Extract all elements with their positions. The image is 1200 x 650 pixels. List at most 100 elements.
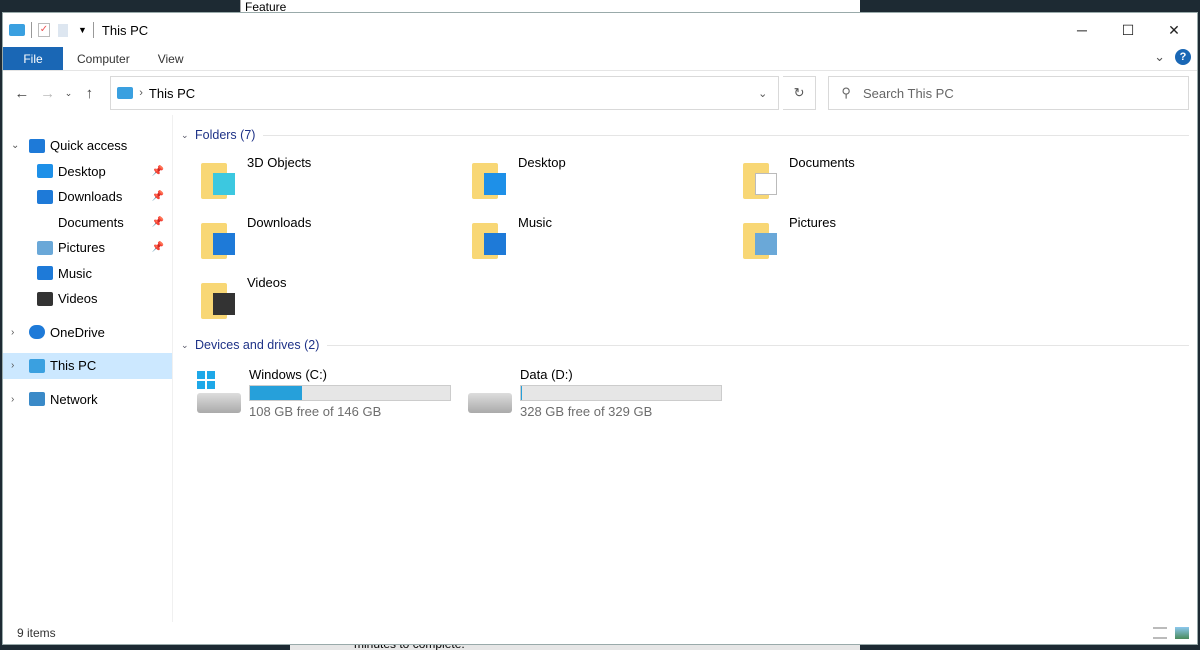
tab-view[interactable]: View: [144, 47, 198, 70]
sidebar-item-network[interactable]: › Network: [3, 387, 172, 413]
folder-icon: [199, 275, 239, 319]
folder-label: Pictures: [789, 215, 836, 230]
breadcrumb-chevron-icon[interactable]: ›: [139, 87, 143, 99]
sidebar-item-videos[interactable]: Videos: [3, 286, 172, 312]
folder-label: Videos: [247, 275, 287, 290]
picture-icon: [755, 233, 777, 255]
forward-button[interactable]: →: [37, 85, 59, 102]
large-icons-view-icon[interactable]: [1175, 627, 1189, 639]
navigation-bar: ← → ⌄ ↑ › This PC ⌄ ↻ ⚲ Search This PC: [3, 71, 1197, 115]
folder-label: Music: [518, 215, 552, 230]
sidebar-item-this-pc[interactable]: › This PC: [3, 353, 172, 379]
hard-drive-icon: [195, 367, 245, 417]
help-icon[interactable]: ?: [1175, 49, 1191, 65]
windows-logo-icon: [197, 371, 215, 389]
folder-item[interactable]: 3D Objects: [199, 151, 470, 211]
maximize-button[interactable]: ☐: [1105, 13, 1151, 47]
drive-item[interactable]: Data (D:) 328 GB free of 329 GB: [466, 367, 737, 419]
video-icon: [37, 291, 53, 306]
sidebar-item-label: This PC: [50, 358, 97, 374]
document-icon: [755, 173, 777, 195]
pin-icon[interactable]: 📌: [152, 191, 164, 202]
drive-item[interactable]: Windows (C:) 108 GB free of 146 GB: [195, 367, 466, 419]
sidebar-item-label: OneDrive: [50, 324, 105, 340]
folder-icon: [741, 215, 781, 259]
chevron-right-icon[interactable]: ›: [11, 360, 29, 371]
folder-item[interactable]: Downloads: [199, 211, 470, 271]
folder-item[interactable]: Documents: [741, 151, 1012, 211]
content-pane: ⌄ Folders (7) 3D Objects Desktop Documents D…: [173, 115, 1197, 622]
group-title: Folders (7): [195, 128, 256, 142]
tab-computer[interactable]: Computer: [63, 47, 144, 70]
folder-label: Documents: [789, 155, 855, 170]
sidebar-item-documents[interactable]: Documents 📌: [3, 210, 172, 236]
sidebar-item-label: Pictures: [58, 240, 105, 256]
sidebar-item-pictures[interactable]: Pictures 📌: [3, 235, 172, 261]
title-bar: ✓ ▼ This PC ─ ☐ ✕: [3, 13, 1197, 47]
group-title: Devices and drives (2): [195, 338, 320, 352]
pin-icon[interactable]: 📌: [152, 166, 164, 177]
computer-icon: [117, 87, 134, 99]
pin-icon[interactable]: 📌: [152, 217, 164, 228]
drive-free-space: 328 GB free of 329 GB: [520, 404, 653, 419]
chevron-down-icon: ⌄: [181, 339, 189, 350]
drive-usage-bar: [249, 385, 451, 401]
drive-usage-bar: [520, 385, 722, 401]
ribbon-tabs: File Computer View ⌄?: [3, 47, 1197, 71]
desktop-icon: [37, 164, 53, 179]
folder-item[interactable]: Desktop: [470, 151, 741, 211]
drives-group-header[interactable]: ⌄ Devices and drives (2): [181, 335, 1189, 355]
chevron-down-icon[interactable]: ⌄: [11, 140, 29, 151]
search-input[interactable]: ⚲ Search This PC: [828, 76, 1189, 110]
hard-drive-icon: [466, 367, 516, 417]
sidebar-item-quick-access[interactable]: ⌄ Quick access: [3, 133, 172, 159]
folder-item[interactable]: Videos: [199, 271, 470, 331]
network-icon: [29, 392, 45, 407]
close-button[interactable]: ✕: [1151, 13, 1197, 47]
new-folder-icon[interactable]: [58, 23, 68, 37]
recent-locations-button[interactable]: ⌄: [63, 88, 75, 99]
folder-item[interactable]: Pictures: [741, 211, 1012, 271]
folder-icon: [199, 155, 239, 199]
address-bar[interactable]: › This PC ⌄: [110, 76, 779, 110]
picture-icon: [37, 240, 53, 255]
sidebar-item-label: Downloads: [58, 189, 123, 205]
sidebar-item-desktop[interactable]: Desktop 📌: [3, 159, 172, 185]
music-icon: [37, 266, 53, 281]
chevron-right-icon[interactable]: ›: [11, 327, 29, 338]
folder-label: 3D Objects: [247, 155, 312, 170]
chevron-right-icon[interactable]: ›: [11, 394, 29, 405]
sidebar-item-label: Videos: [58, 291, 98, 307]
sidebar-item-label: Quick access: [50, 138, 128, 154]
sidebar-item-music[interactable]: Music: [3, 261, 172, 287]
document-icon: [37, 215, 53, 230]
folder-label: Downloads: [247, 215, 312, 230]
item-count: 9 items: [17, 626, 56, 640]
expand-ribbon-icon[interactable]: ⌄: [1154, 49, 1165, 65]
details-view-icon[interactable]: [1153, 627, 1167, 639]
drive-label: Windows (C:): [249, 367, 328, 382]
chevron-down-icon: ⌄: [181, 129, 189, 140]
properties-icon[interactable]: ✓: [38, 23, 50, 37]
file-explorer-window: ✓ ▼ This PC ─ ☐ ✕ File Computer View ⌄? …: [2, 12, 1198, 645]
window-title: This PC: [101, 22, 149, 38]
refresh-button[interactable]: ↻: [782, 76, 817, 110]
folder-icon: [470, 215, 510, 259]
customize-toolbar-icon[interactable]: ▼: [78, 25, 87, 35]
up-button[interactable]: ↑: [78, 85, 100, 102]
tab-file[interactable]: File: [3, 47, 63, 70]
back-button[interactable]: ←: [11, 85, 33, 102]
download-icon: [213, 233, 235, 255]
folder-item[interactable]: Music: [470, 211, 741, 271]
minimize-button[interactable]: ─: [1059, 13, 1105, 47]
address-dropdown-button[interactable]: ⌄: [748, 87, 778, 100]
folders-group-header[interactable]: ⌄ Folders (7): [181, 125, 1189, 145]
breadcrumb-this-pc[interactable]: This PC: [149, 86, 195, 101]
sidebar-item-downloads[interactable]: Downloads 📌: [3, 184, 172, 210]
pin-icon[interactable]: 📌: [152, 242, 164, 253]
desktop-icon: [484, 173, 506, 195]
navigation-pane: ⌄ Quick access Desktop 📌 Downloads 📌 Documents…: [3, 115, 173, 622]
drive-free-space: 108 GB free of 146 GB: [249, 404, 382, 419]
sidebar-item-onedrive[interactable]: › OneDrive: [3, 320, 172, 346]
folder-icon: [741, 155, 781, 199]
